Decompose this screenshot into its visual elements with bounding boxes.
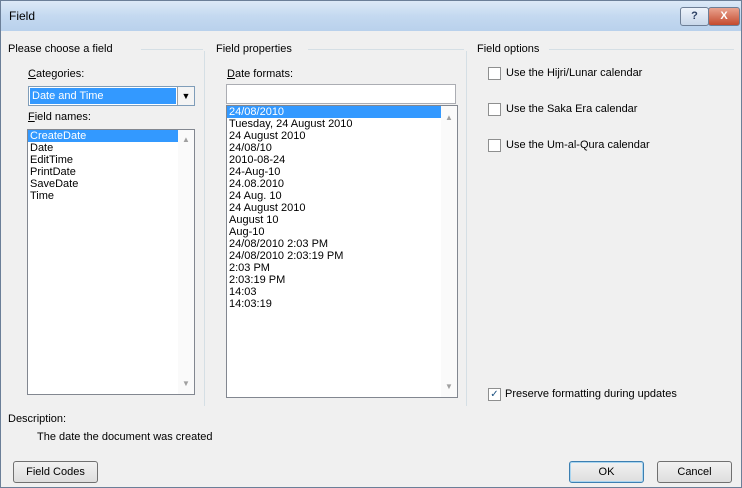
date-format-item[interactable]: 24 Aug. 10 <box>227 190 457 202</box>
date-format-item[interactable]: Aug-10 <box>227 226 457 238</box>
field-name-item[interactable]: CreateDate <box>28 130 194 142</box>
umalqura-label[interactable]: Use the Um-al-Qura calendar <box>506 139 650 151</box>
field-name-item[interactable]: SaveDate <box>28 178 194 190</box>
preserve-formatting-checkbox[interactable]: ✓ <box>488 388 501 401</box>
date-format-item[interactable]: 24 August 2010 <box>227 130 457 142</box>
hijri-checkbox[interactable] <box>488 67 501 80</box>
umalqura-checkbox[interactable] <box>488 139 501 152</box>
field-name-item[interactable]: PrintDate <box>28 166 194 178</box>
date-format-item[interactable]: 2010-08-24 <box>227 154 457 166</box>
description-text: The date the document was created <box>37 431 213 443</box>
close-icon: X <box>720 10 728 22</box>
categories-combo[interactable]: Date and Time ▼ <box>28 86 195 106</box>
date-format-input[interactable] <box>226 84 456 104</box>
categories-value: Date and Time <box>30 88 176 104</box>
close-button[interactable]: X <box>708 7 740 26</box>
help-button[interactable]: ? <box>680 7 709 26</box>
field-options-group-label: Field options <box>477 43 540 55</box>
date-format-item[interactable]: 24.08.2010 <box>227 178 457 190</box>
ok-button[interactable]: OK <box>569 461 644 483</box>
date-format-item[interactable]: 24/08/2010 2:03:19 PM <box>227 250 457 262</box>
choose-group-line <box>141 49 203 50</box>
description-label: Description: <box>8 413 67 425</box>
date-format-item[interactable]: 2:03 PM <box>227 262 457 274</box>
title-bar: Field ? X <box>1 1 741 31</box>
date-format-item[interactable]: 24-Aug-10 <box>227 166 457 178</box>
choose-field-group-label: Please choose a field <box>8 43 113 55</box>
date-format-item[interactable]: 2:03:19 PM <box>227 274 457 286</box>
saka-checkbox[interactable] <box>488 103 501 116</box>
date-format-item[interactable]: 24 August 2010 <box>227 202 457 214</box>
options-group-line <box>549 49 734 50</box>
categories-label: Categories: <box>28 68 85 80</box>
date-formats-scrollbar[interactable]: ▲ ▼ <box>441 106 457 397</box>
properties-group-line <box>308 49 464 50</box>
dialog-title: Field <box>9 9 36 23</box>
date-format-item[interactable]: 24/08/10 <box>227 142 457 154</box>
date-format-item[interactable]: August 10 <box>227 214 457 226</box>
cancel-button[interactable]: Cancel <box>657 461 732 483</box>
hijri-label[interactable]: Use the Hijri/Lunar calendar <box>506 67 642 79</box>
field-names-items: CreateDate Date EditTime PrintDate SaveDate T… <box>28 130 194 202</box>
field-dialog: Field ? X Please choose a field Categori… <box>0 0 742 488</box>
separator-left <box>204 51 205 406</box>
preserve-formatting-label[interactable]: Preserve formatting during updates <box>505 388 677 400</box>
scroll-down-icon[interactable]: ▼ <box>441 379 457 395</box>
combo-chevron-down-icon[interactable]: ▼ <box>177 87 194 105</box>
field-names-label: Field names: <box>28 111 91 123</box>
date-format-item[interactable]: Tuesday, 24 August 2010 <box>227 118 457 130</box>
separator-right <box>466 51 467 406</box>
field-codes-button[interactable]: Field Codes <box>13 461 98 483</box>
field-names-scrollbar[interactable]: ▲ ▼ <box>178 130 194 394</box>
help-icon: ? <box>691 10 698 22</box>
checkmark-icon: ✓ <box>490 389 499 400</box>
scroll-up-icon[interactable]: ▲ <box>441 110 457 126</box>
date-format-item[interactable]: 24/08/2010 2:03 PM <box>227 238 457 250</box>
scroll-down-icon[interactable]: ▼ <box>178 376 194 392</box>
date-formats-items: 24/08/2010 Tuesday, 24 August 2010 24 Augu… <box>227 106 457 310</box>
field-name-item[interactable]: Date <box>28 142 194 154</box>
field-properties-group-label: Field properties <box>216 43 292 55</box>
date-format-item[interactable]: 14:03:19 <box>227 298 457 310</box>
field-names-list[interactable]: CreateDate Date EditTime PrintDate SaveDate T… <box>27 129 195 395</box>
field-name-item[interactable]: EditTime <box>28 154 194 166</box>
date-format-item[interactable]: 14:03 <box>227 286 457 298</box>
field-name-item[interactable]: Time <box>28 190 194 202</box>
date-formats-label: Date formats: <box>227 68 294 80</box>
saka-label[interactable]: Use the Saka Era calendar <box>506 103 637 115</box>
date-format-item[interactable]: 24/08/2010 <box>227 106 457 118</box>
scroll-up-icon[interactable]: ▲ <box>178 132 194 148</box>
date-formats-list[interactable]: 24/08/2010 Tuesday, 24 August 2010 24 Augu… <box>226 105 458 398</box>
